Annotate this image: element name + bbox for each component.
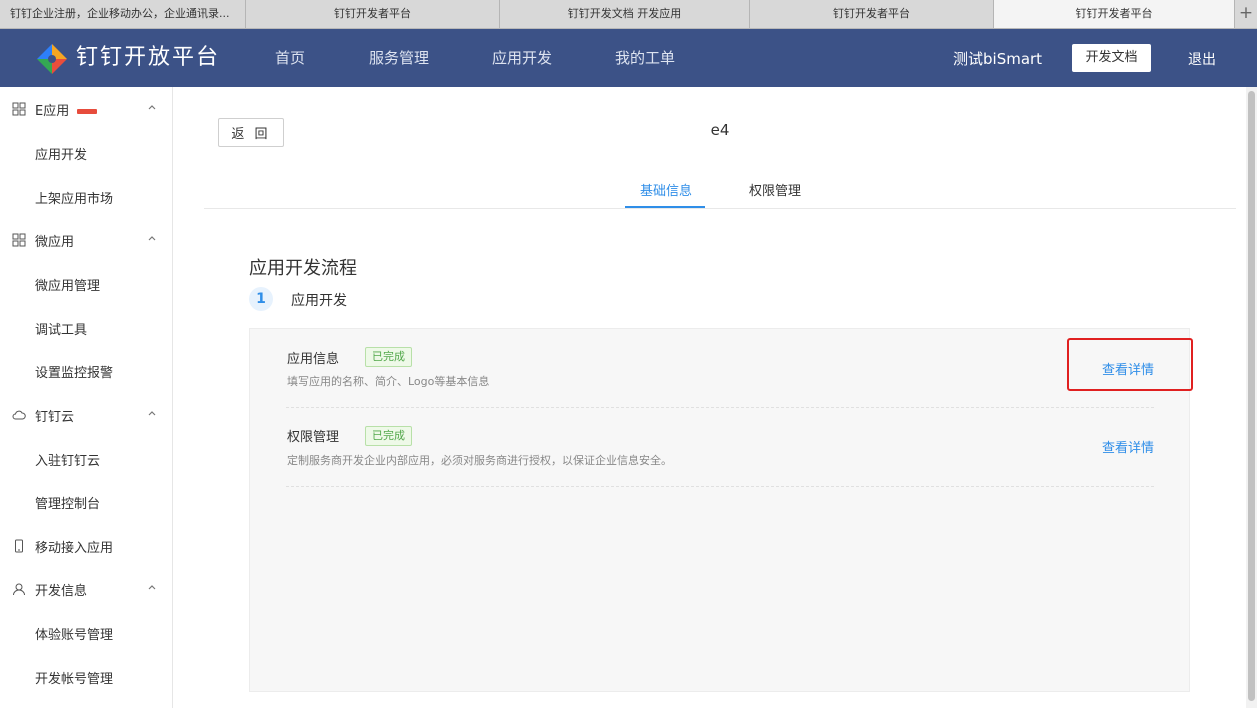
tab-permissions[interactable]: 权限管理 [749,180,801,199]
grid-icon [12,233,26,247]
sidebar-item-trial-accounts[interactable]: 体验账号管理 [35,624,113,643]
back-button[interactable]: 返 回 [218,118,284,147]
sidebar-group-label: 开发信息 [35,584,88,599]
sidebar-item-monitor-alerts[interactable]: 设置监控报警 [35,362,113,381]
row-divider [286,486,1154,487]
nav-app-development[interactable]: 应用开发 [492,48,552,68]
sidebar: E应用 应用开发 上架应用市场 微应用 微应用管理 调试工具 设置监控报警 钉钉… [0,87,173,708]
row-title-app-info: 应用信息 [287,352,340,367]
browser-tab[interactable]: 钉钉开发文档 开发应用 [500,0,750,28]
nav-home[interactable]: 首页 [275,48,305,68]
row-title-permissions: 权限管理 [287,430,340,445]
sidebar-group-label: 微应用 [35,235,75,250]
logout-link[interactable]: 退出 [1188,49,1216,69]
sidebar-item-console[interactable]: 管理控制台 [35,493,100,512]
active-tab-indicator [625,206,705,208]
row-divider [286,407,1154,408]
nav-my-tickets[interactable]: 我的工单 [615,48,675,68]
chevron-up-icon [148,105,156,110]
sidebar-item-micro-app-management[interactable]: 微应用管理 [35,275,100,294]
row-description: 定制服务商开发企业内部应用，必须对服务商进行授权，以保证企业信息安全。 [287,454,672,467]
sidebar-item-join-cloud[interactable]: 入驻钉钉云 [35,450,100,469]
sidebar-group-dingtalk-cloud[interactable]: 钉钉云 [0,400,172,430]
browser-tab-active[interactable]: 钉钉开发者平台 [994,0,1235,28]
section-title: 应用开发流程 [249,258,357,279]
dingtalk-logo-icon [37,44,67,74]
top-header: 钉钉开放平台 首页 服务管理 应用开发 我的工单 测试biSmart 开发文档 … [0,29,1257,87]
browser-tab[interactable]: 钉钉开发者平台 [246,0,500,28]
tab-divider [204,208,1236,209]
status-badge: 已完成 [365,426,412,446]
sidebar-item-debug-tools[interactable]: 调试工具 [35,319,87,338]
browser-tab-bar: 钉钉企业注册，企业移动办公，企业通讯录... 钉钉开发者平台 钉钉开发文档 开发… [0,0,1257,29]
sidebar-group-label: 钉钉云 [35,410,75,425]
chevron-up-icon [148,411,156,416]
phone-icon [15,539,23,553]
sidebar-group-e-app[interactable]: E应用 [0,94,172,124]
dev-docs-button[interactable]: 开发文档 [1072,44,1151,72]
tab-basic-info[interactable]: 基础信息 [640,180,692,199]
highlight-annotation [1067,338,1193,391]
sidebar-item-app-development[interactable]: 应用开发 [35,144,87,163]
sidebar-group-micro-app[interactable]: 微应用 [0,225,172,255]
nav-service-management[interactable]: 服务管理 [369,48,429,68]
new-badge [77,109,98,114]
app-title: e4 [710,121,730,139]
chevron-up-icon [148,585,156,590]
sidebar-group-dev-info[interactable]: 开发信息 [0,574,172,604]
sidebar-item-dev-accounts[interactable]: 开发帐号管理 [35,668,113,687]
scrollbar-thumb[interactable] [1248,91,1255,701]
view-details-permissions-link[interactable]: 查看详情 [1102,437,1154,456]
sidebar-group-label: 移动接入应用 [35,541,114,556]
row-description: 填写应用的名称、简介、Logo等基本信息 [287,375,490,388]
sidebar-group-label: E应用 [35,104,70,119]
status-badge: 已完成 [365,347,412,367]
grid-icon [12,102,26,116]
page-scrollbar[interactable] [1246,87,1257,708]
step-number: 1 [249,287,273,311]
new-tab-button[interactable]: + [1235,0,1257,28]
user-name[interactable]: 测试biSmart [953,48,1042,69]
browser-tab[interactable]: 钉钉开发者平台 [750,0,994,28]
brand-name[interactable]: 钉钉开放平台 [76,43,220,73]
chevron-up-icon [148,236,156,241]
sidebar-group-mobile-access[interactable]: 移动接入应用 [0,531,172,561]
sidebar-item-publish-market[interactable]: 上架应用市场 [35,188,113,207]
browser-tab[interactable]: 钉钉企业注册，企业移动办公，企业通讯录... [0,0,246,28]
step-label: 应用开发 [291,293,347,309]
cloud-icon [12,410,26,420]
user-icon [13,583,25,596]
